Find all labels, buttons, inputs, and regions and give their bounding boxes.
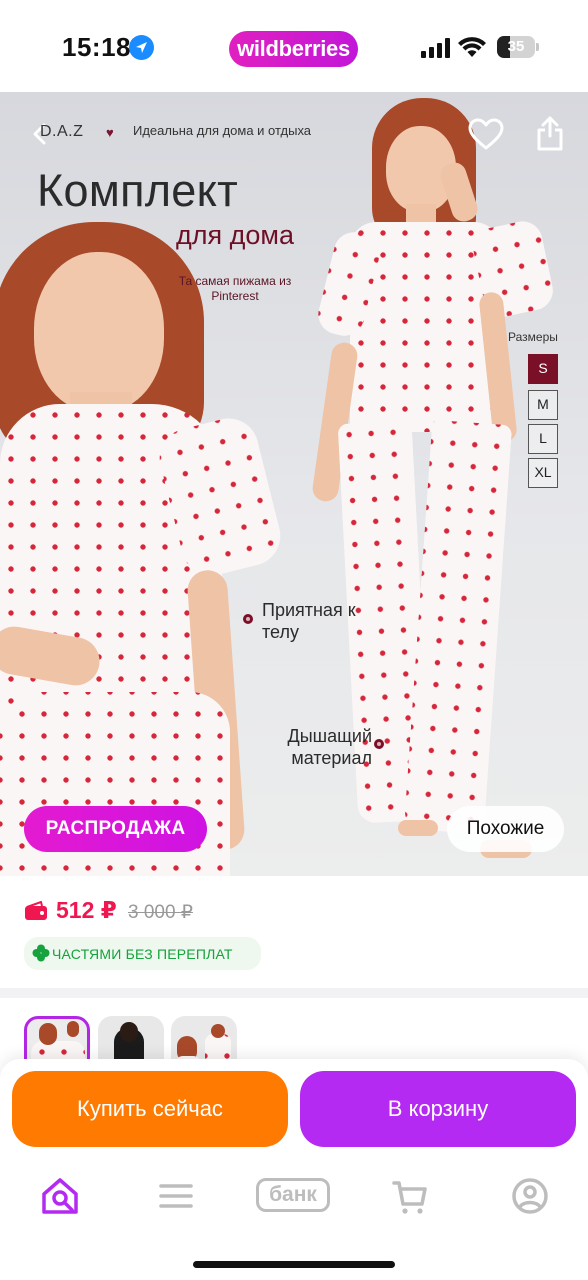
cart-icon[interactable] [392,1174,428,1218]
sale-badge: РАСПРОДАЖА [24,806,207,852]
product-title: Комплект [37,165,239,216]
size-s: S [528,354,558,384]
feature-bullet-icon [243,614,253,624]
size-m: M [528,390,558,420]
product-subtitle: для дома [176,220,294,250]
wallet-icon [25,901,47,920]
buy-now-button[interactable]: Купить сейчас [12,1071,288,1147]
old-price: 3 000 ₽ [128,902,193,923]
brand-name: D.A.Z [40,123,84,140]
location-arrow-icon [129,35,154,60]
home-indicator[interactable] [193,1261,395,1268]
share-icon[interactable] [536,116,564,152]
current-price: 512 ₽ [56,897,117,923]
price-card [0,876,588,988]
wildberries-logo: wildberries [229,31,358,67]
product-tagline: Та самая пижама из Pinterest [178,274,292,303]
signal-icon [421,38,450,58]
bank-icon[interactable]: банк [256,1174,330,1218]
battery-percent: 35 [507,38,525,55]
profile-icon[interactable] [510,1174,550,1218]
battery-cap [536,43,539,51]
wifi-icon [458,37,486,57]
sizes-label: Размеры [508,330,558,344]
clover-icon [32,944,50,962]
section-divider [0,988,588,998]
feature-breathable: Дышащий материал [287,726,373,768]
similar-button[interactable]: Похожие [447,806,564,852]
feature-soft: Приятная к телу [262,600,356,642]
size-xl: XL [528,458,558,488]
status-bar: 15:18 wildberries 35 [0,0,588,92]
product-image-carousel[interactable]: D.A.Z ♥ Идеальна для дома и отдыха Компл… [0,92,588,876]
status-time: 15:18 [62,32,131,62]
home-search-icon[interactable] [40,1174,80,1218]
add-to-cart-button[interactable]: В корзину [300,1071,576,1147]
bank-label: банк [256,1178,330,1212]
heart-icon[interactable] [468,118,504,150]
size-l: L [528,424,558,454]
battery-icon: 35 [497,36,535,58]
installments-text: ЧАСТЯМИ БЕЗ ПЕРЕПЛАТ [52,946,233,962]
feature-bullet-icon [374,739,384,749]
menu-icon[interactable] [158,1174,194,1218]
brand-tagline: Идеальна для дома и отдыха [133,123,312,138]
brand-heart-icon: ♥ [106,125,114,140]
